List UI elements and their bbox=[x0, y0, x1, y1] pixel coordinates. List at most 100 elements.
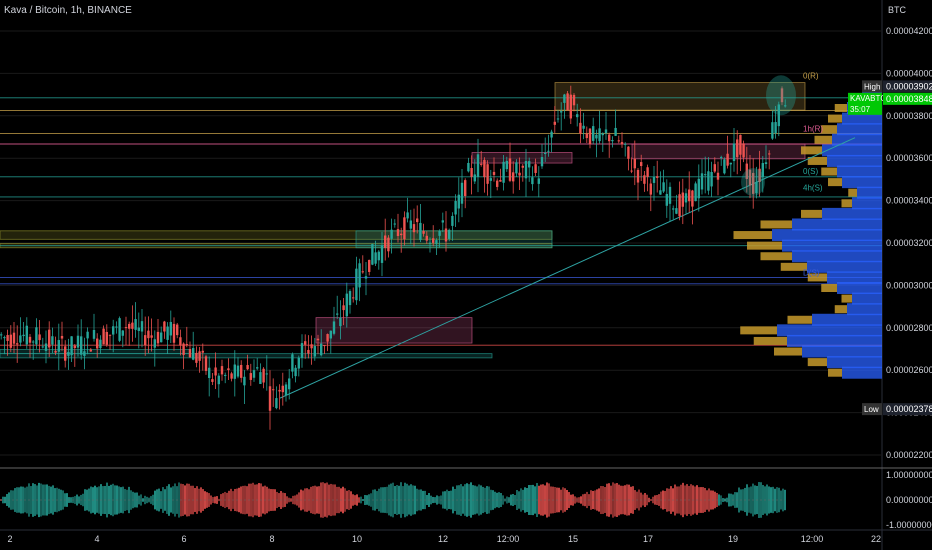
candle-body bbox=[624, 143, 627, 145]
oscillator-bar bbox=[678, 486, 680, 514]
x-tick-label: 4 bbox=[94, 534, 99, 544]
oscillator-bar bbox=[526, 488, 528, 512]
candle-body bbox=[540, 157, 544, 167]
oscillator-bar bbox=[442, 491, 444, 509]
oscillator-bar bbox=[134, 492, 136, 508]
candle-body bbox=[275, 398, 278, 409]
candle-body bbox=[70, 336, 73, 356]
candle-body bbox=[102, 328, 105, 345]
candle-body bbox=[425, 235, 428, 241]
oscillator-bar bbox=[150, 496, 152, 504]
candle-body bbox=[387, 237, 390, 252]
oscillator-bar bbox=[554, 486, 556, 514]
candle-body bbox=[604, 129, 608, 134]
oscillator-bar bbox=[334, 484, 336, 516]
oscillator-bar bbox=[230, 488, 232, 512]
oscillator-bar bbox=[330, 483, 332, 517]
oscillator-bar bbox=[754, 485, 756, 515]
oscillator-bar bbox=[266, 486, 268, 514]
candle-body bbox=[262, 368, 265, 383]
oscillator-bar bbox=[206, 492, 208, 508]
oscillator-bar bbox=[422, 490, 424, 510]
y-tick-label: 0.00002600 bbox=[886, 365, 932, 375]
candle-body bbox=[336, 313, 339, 315]
candle-body bbox=[496, 180, 499, 187]
volume-profile-bar bbox=[822, 207, 882, 220]
oscillator-bar bbox=[382, 487, 384, 513]
oscillator-bar bbox=[770, 487, 772, 513]
volume-profile-bar-value-area bbox=[841, 294, 852, 303]
candle-body bbox=[432, 238, 435, 243]
y-tick-label: 0.00003800 bbox=[886, 111, 932, 121]
volume-profile-bar-value-area bbox=[848, 188, 857, 197]
candle-body bbox=[416, 218, 419, 223]
oscillator-bar bbox=[338, 486, 340, 514]
candle-body bbox=[630, 170, 633, 172]
oscillator-bar bbox=[758, 482, 760, 518]
candle-body bbox=[224, 374, 227, 376]
candle-body bbox=[51, 336, 54, 345]
oscillator-bar bbox=[6, 494, 8, 506]
volume-profile-bar-value-area bbox=[807, 358, 827, 367]
oscillator-bar bbox=[510, 494, 512, 506]
oscillator-bar bbox=[202, 489, 204, 511]
oscillator-bar bbox=[250, 483, 252, 517]
oscillator-bar bbox=[490, 489, 492, 511]
volume-profile-bar-value-area bbox=[828, 178, 842, 187]
volume-profile-bar bbox=[777, 324, 882, 337]
oscillator-bar bbox=[618, 484, 620, 516]
oscillator-bar bbox=[282, 492, 284, 508]
oscillator-bar bbox=[146, 496, 148, 504]
oscillator-bar bbox=[450, 490, 452, 510]
volume-profile-bar-value-area bbox=[747, 241, 782, 250]
oscillator-bar bbox=[638, 489, 640, 511]
candle-body bbox=[736, 139, 739, 158]
volume-profile-bar-value-area bbox=[821, 284, 837, 292]
candle-body bbox=[361, 271, 364, 273]
candle-body bbox=[390, 229, 393, 239]
candle-body bbox=[592, 126, 595, 141]
candle-body bbox=[585, 133, 588, 139]
oscillator-bar bbox=[766, 484, 768, 516]
volume-profile-bar bbox=[827, 271, 882, 284]
candle-body bbox=[332, 321, 336, 334]
oscillator-bar bbox=[366, 495, 368, 505]
candle-body bbox=[41, 346, 44, 348]
volume-profile-bar bbox=[842, 366, 882, 379]
oscillator-bar bbox=[302, 490, 304, 510]
candle-body bbox=[729, 162, 732, 165]
volume-profile-bar bbox=[847, 303, 882, 316]
candle-body bbox=[483, 159, 486, 178]
oscillator-bar bbox=[222, 493, 224, 507]
candle-body bbox=[310, 344, 313, 349]
candle-body bbox=[112, 326, 115, 335]
volume-profile-bar-value-area bbox=[774, 347, 802, 356]
candle-body bbox=[524, 161, 528, 179]
candle-body bbox=[473, 174, 476, 182]
candle-body bbox=[121, 330, 124, 336]
candle-body bbox=[428, 242, 432, 244]
oscillator-bar bbox=[602, 486, 604, 514]
candle-body bbox=[384, 235, 387, 248]
candle-body bbox=[588, 128, 592, 145]
oscillator-bar bbox=[234, 488, 236, 512]
oscillator-bar bbox=[434, 497, 436, 503]
candle-body bbox=[76, 335, 80, 348]
oscillator-bar bbox=[22, 486, 24, 514]
candle-body bbox=[531, 177, 534, 185]
candle-body bbox=[169, 321, 172, 336]
oscillator-bar bbox=[286, 496, 288, 504]
candle-body bbox=[659, 190, 662, 195]
oscillator-bar bbox=[386, 486, 388, 514]
volume-profile-bar-value-area bbox=[801, 146, 822, 155]
candle-body bbox=[438, 230, 441, 236]
candle-body bbox=[57, 340, 60, 352]
oscillator-bar bbox=[730, 493, 732, 507]
oscillator-bar bbox=[158, 488, 160, 512]
oscillator-bar bbox=[566, 489, 568, 511]
candle-body bbox=[768, 153, 771, 155]
price-tag-value: 0.00003902 bbox=[886, 81, 932, 91]
candle-body bbox=[710, 172, 713, 187]
candle-body bbox=[393, 223, 396, 225]
candle-body bbox=[480, 163, 483, 165]
